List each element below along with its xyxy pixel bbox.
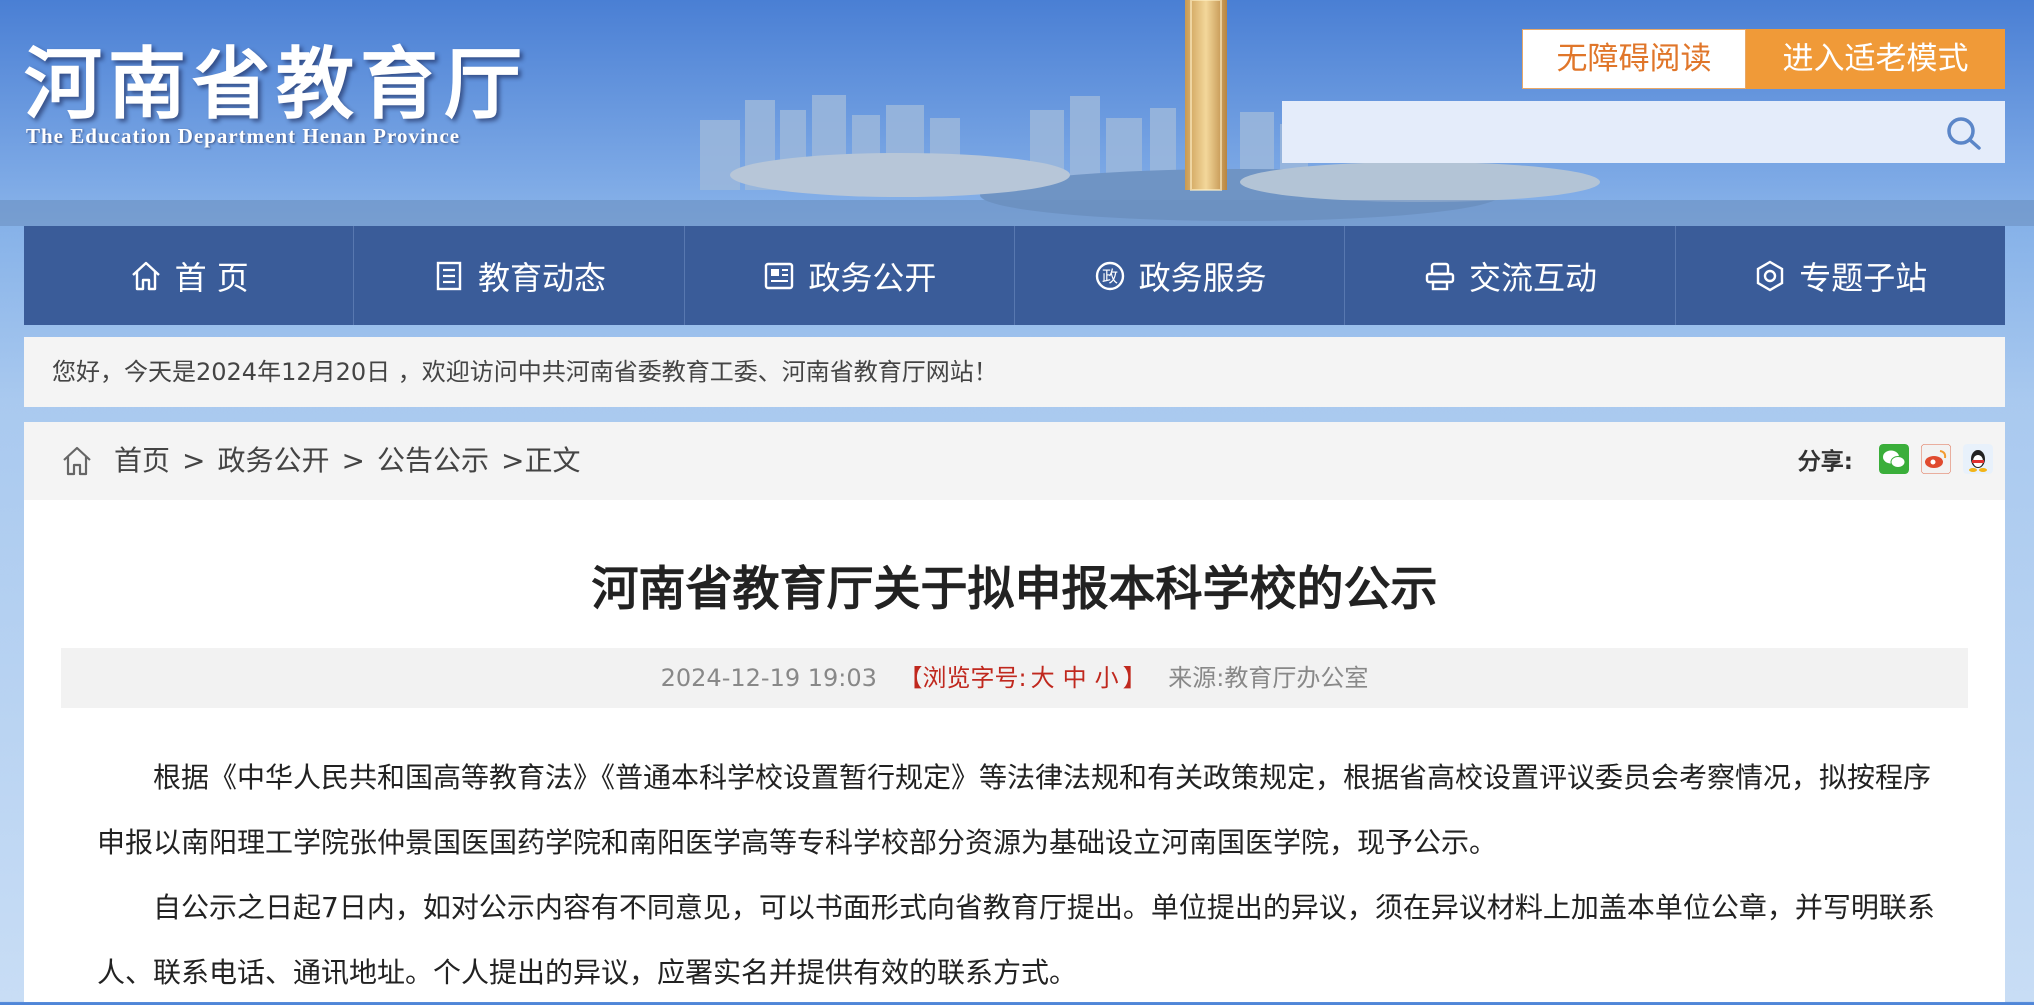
breadcrumb-link-announcements[interactable]: 公告公示: [377, 444, 489, 477]
nav-item-home[interactable]: 首 页: [24, 226, 353, 325]
article-paragraph: 根据《中华人民共和国高等教育法》《普通本科学校设置暂行规定》等法律法规和有关政策…: [97, 761, 1932, 859]
topic-icon: [1757, 260, 1784, 291]
publish-date: 2024-12-19 19:03: [660, 664, 877, 692]
weibo-icon[interactable]: [1921, 444, 1951, 474]
article-paragraph: 自公示之日起7日内，如对公示内容有不同意见，可以书面形式向省教育厅提出。单位提出…: [97, 891, 1935, 989]
chat-icon: [1425, 262, 1455, 290]
site-logo-chinese[interactable]: 河南省教育厅: [24, 22, 528, 134]
article-container: 河南省教育厅关于拟申报本科学校的公示 2024-12-19 19:03 【浏览字…: [24, 500, 2005, 1002]
nav-item-label: 首 页: [174, 258, 249, 297]
nav-item-topic-sites[interactable]: 专题子站: [1674, 226, 2005, 325]
breadcrumb-link-home[interactable]: 首页: [114, 444, 170, 477]
accessibility-reading-button[interactable]: 无障碍阅读: [1522, 29, 1746, 89]
elder-mode-button[interactable]: 进入适老模式: [1746, 29, 2005, 89]
service-icon: 政: [1095, 261, 1124, 290]
breadcrumb-current: >正文: [500, 444, 581, 477]
font-size-label: 【浏览字号:: [898, 664, 1027, 692]
welcome-banner: 您好，今天是2024年12月20日 ，欢迎访问中共河南省委教育工委、河南省教育厅…: [24, 337, 2005, 407]
nav-item-government-affairs[interactable]: 政务公开: [683, 226, 1014, 325]
search-input[interactable]: [1282, 101, 1944, 165]
search-icon[interactable]: [1943, 113, 1983, 153]
nav-item-interaction[interactable]: 交流互动: [1344, 226, 1674, 325]
breadcrumb-separator: >: [341, 444, 365, 477]
nav-item-label: 专题子站: [1799, 258, 1928, 297]
breadcrumb-separator: >: [182, 444, 206, 477]
font-size-close: 】: [1122, 664, 1147, 692]
nav-item-government-services[interactable]: 政 政务服务: [1013, 226, 1344, 325]
qq-icon[interactable]: [1963, 444, 1993, 474]
source-label: 来源:: [1168, 664, 1225, 692]
wechat-icon[interactable]: [1879, 444, 1909, 474]
site-logo-english: The Education Department Henan Province: [26, 124, 461, 148]
font-size-medium-button[interactable]: 中: [1063, 664, 1087, 692]
search-bar: [1282, 101, 2005, 165]
font-size-small-button[interactable]: 小: [1095, 664, 1119, 692]
site-header: 河南省教育厅 The Education Department Henan Pr…: [0, 0, 2034, 226]
nav-item-education-news[interactable]: 教育动态: [353, 226, 683, 325]
home-icon: [131, 261, 160, 290]
document-icon: [436, 261, 462, 290]
nav-item-label: 政务服务: [1138, 258, 1267, 297]
newspaper-icon: [765, 262, 794, 289]
share-label: 分享:: [1797, 449, 1853, 475]
article-meta: 2024-12-19 19:03 【浏览字号: 大中小】 来源:教育厅办公室: [61, 648, 1968, 708]
share-bar: 分享:: [1798, 442, 1993, 476]
breadcrumb-bar: 首页 > 政务公开 > 公告公示 >正文 分享:: [24, 422, 2005, 500]
breadcrumb-link-government-affairs[interactable]: 政务公开: [217, 444, 329, 477]
nav-item-label: 交流互动: [1468, 258, 1597, 297]
svg-text:政: 政: [1102, 267, 1118, 286]
breadcrumb: 首页 > 政务公开 > 公告公示 >正文: [114, 422, 580, 500]
home-icon: [63, 446, 91, 476]
font-size-large-button[interactable]: 大: [1031, 664, 1055, 692]
article-title: 河南省教育厅关于拟申报本科学校的公示: [591, 562, 1438, 617]
nav-item-label: 教育动态: [477, 258, 606, 297]
main-navigation: 首 页 教育动态 政务公开 政 政务服务 交流互动 专题子站: [24, 226, 2005, 325]
nav-item-label: 政务公开: [808, 258, 937, 297]
source-value: 教育厅办公室: [1224, 664, 1369, 692]
